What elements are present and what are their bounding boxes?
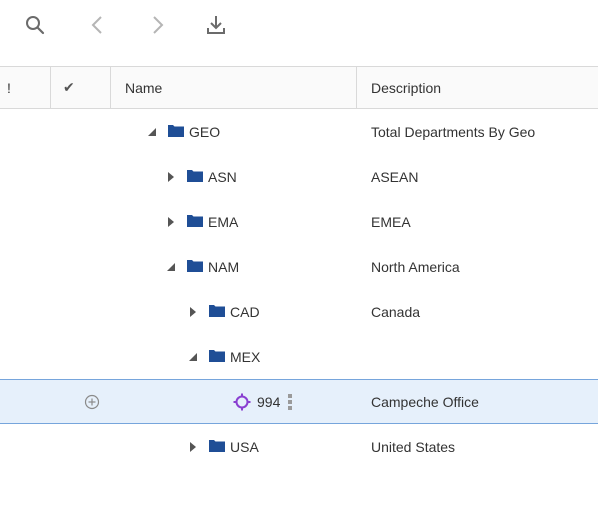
row-name: NAM [208,258,240,275]
grid-header: ! ✔ Name Description [0,66,598,109]
hierarchy-grid: ! ✔ Name Description GEO Total Departmen… [0,66,598,469]
folder-icon [168,124,184,140]
row-description: Canada [371,303,421,320]
row-name: GEO [189,123,221,140]
chevron-right-icon[interactable] [143,8,173,42]
row-description: Total Departments By Geo [371,123,536,140]
download-icon[interactable] [201,8,231,42]
expand-icon[interactable] [187,306,199,318]
folder-icon [209,304,225,320]
member-crosshair-icon [233,393,251,411]
header-name[interactable]: Name [125,67,162,108]
folder-icon [209,439,225,455]
row-description: EMEA [371,213,411,230]
column-divider[interactable] [110,67,111,108]
row-name: ASN [208,168,237,185]
toolbar [0,0,598,52]
tree-row-ema[interactable]: EMA EMEA [0,199,598,244]
folder-icon [187,214,203,230]
folder-icon [209,349,225,365]
folder-icon [187,259,203,275]
header-check[interactable]: ✔ [63,67,75,108]
tree-row-geo[interactable]: GEO Total Departments By Geo [0,109,598,154]
row-name: 994 [257,393,281,410]
collapse-icon[interactable] [146,127,158,137]
tree-row-mex[interactable]: MEX [0,334,598,379]
tree-row-usa[interactable]: USA United States [0,424,598,469]
expand-icon[interactable] [165,171,177,183]
folder-icon [187,169,203,185]
collapse-icon[interactable] [187,352,199,362]
row-name: EMA [208,213,239,230]
tree-row-asn[interactable]: ASN ASEAN [0,154,598,199]
add-icon[interactable] [84,380,100,423]
row-name: USA [230,438,259,455]
expand-icon[interactable] [187,441,199,453]
column-divider[interactable] [356,67,357,108]
row-description: Campeche Office [371,393,479,410]
search-icon[interactable] [20,8,50,42]
row-description: North America [371,258,460,275]
row-name: MEX [230,348,261,365]
tree-row-994[interactable]: 994 Campeche Office [0,379,598,424]
collapse-icon[interactable] [165,262,177,272]
chevron-left-icon[interactable] [82,8,112,42]
row-name: CAD [230,303,260,320]
row-description: United States [371,438,456,455]
tree-row-cad[interactable]: CAD Canada [0,289,598,334]
drag-handle-icon[interactable] [288,393,293,410]
column-divider[interactable] [50,67,51,108]
tree-row-nam[interactable]: NAM North America [0,244,598,289]
header-description[interactable]: Description [371,67,441,108]
header-flag[interactable]: ! [7,67,11,108]
row-description: ASEAN [371,168,419,185]
expand-icon[interactable] [165,216,177,228]
